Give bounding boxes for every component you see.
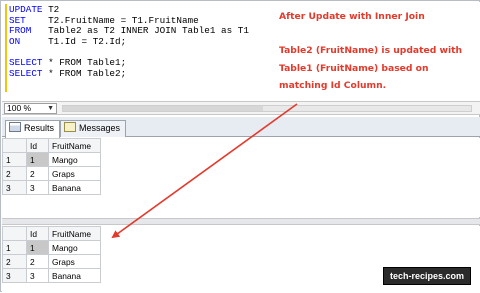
annotation-arrow — [111, 103, 298, 239]
ssms-window: UPDATE T2 SET T2.FruitName = T1.FruitNam… — [0, 0, 480, 292]
